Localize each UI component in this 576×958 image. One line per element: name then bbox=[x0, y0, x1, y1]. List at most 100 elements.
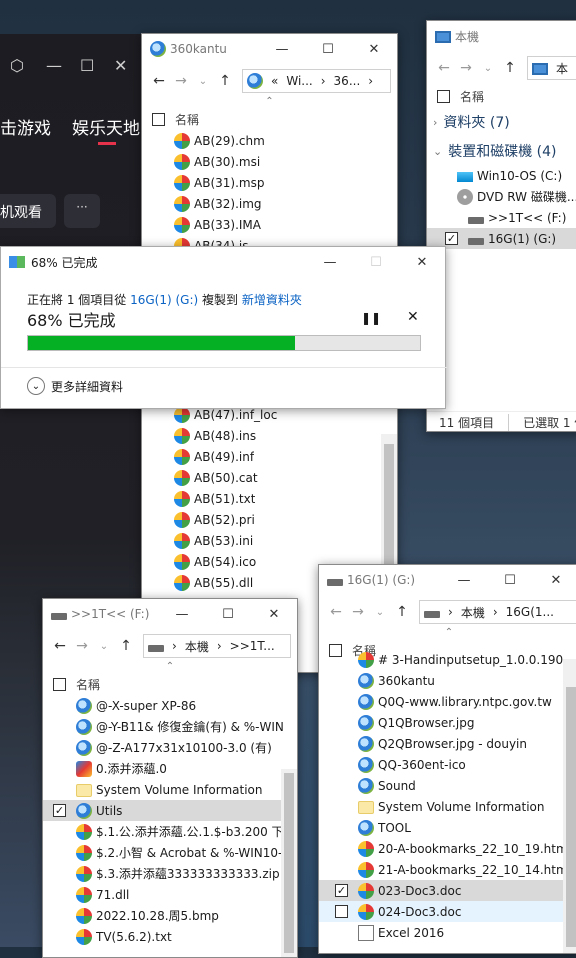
row-checkbox[interactable] bbox=[335, 905, 348, 918]
forward-icon[interactable]: → bbox=[170, 73, 192, 89]
close-button[interactable]: ✕ bbox=[251, 607, 297, 622]
address-segment[interactable]: Wi... bbox=[286, 74, 312, 88]
file-row[interactable]: AB(51).txt bbox=[174, 488, 382, 509]
column-name[interactable]: 名稱 bbox=[175, 111, 199, 128]
scrollbar-thumb[interactable] bbox=[566, 687, 576, 947]
address-separator[interactable]: › bbox=[493, 605, 498, 619]
scrollbar-thumb[interactable] bbox=[284, 773, 294, 953]
file-row[interactable]: AB(32).img bbox=[174, 193, 397, 214]
file-row[interactable]: QQ-360ent-ico bbox=[319, 754, 576, 775]
scrollbar[interactable] bbox=[563, 659, 576, 953]
address-separator[interactable]: › bbox=[217, 639, 222, 653]
minimize-button[interactable]: — bbox=[159, 607, 205, 622]
file-row[interactable]: Excel 2016 bbox=[319, 922, 576, 943]
select-all-checkbox[interactable] bbox=[437, 89, 450, 103]
forward-icon[interactable]: → bbox=[347, 604, 369, 620]
column-header[interactable]: 名稱 bbox=[43, 673, 297, 695]
address-segment[interactable]: 本 bbox=[556, 60, 568, 77]
address-segment[interactable]: 36... bbox=[334, 74, 361, 88]
column-header[interactable]: 名稱 bbox=[142, 108, 397, 130]
file-row[interactable]: Q1QBrowser.jpg bbox=[319, 712, 576, 733]
file-row[interactable]: AB(49).inf bbox=[174, 446, 382, 467]
back-icon[interactable]: ← bbox=[148, 73, 170, 89]
source-link[interactable]: 16G(1) (G:) bbox=[130, 293, 198, 307]
column-name[interactable]: 名稱 bbox=[76, 676, 100, 693]
back-icon[interactable]: ← bbox=[433, 60, 455, 76]
maximize-button[interactable]: ☐ bbox=[205, 607, 251, 622]
file-row[interactable]: $.1.公.添并添蘊.公.1.$-b3.200 下載 bbox=[43, 821, 297, 842]
recent-chevron-icon[interactable]: ⌄ bbox=[369, 607, 391, 618]
file-row[interactable]: Sound bbox=[319, 775, 576, 796]
file-row[interactable]: Q0Q-www.library.ntpc.gov.tw bbox=[319, 691, 576, 712]
chevron-down-icon[interactable]: ⌄ bbox=[27, 377, 45, 395]
up-icon[interactable]: ↑ bbox=[214, 73, 236, 89]
address-segment[interactable]: 本機 bbox=[461, 604, 485, 621]
back-icon[interactable]: ← bbox=[49, 638, 71, 654]
maximize-icon[interactable]: ☐ bbox=[80, 56, 94, 75]
cancel-button[interactable]: ✕ bbox=[407, 309, 419, 325]
nav-games[interactable]: 击游戏 bbox=[0, 114, 51, 139]
group-devices[interactable]: ⌄ 裝置和磁碟機 (4) bbox=[427, 137, 576, 165]
file-row[interactable]: 71.dll bbox=[43, 884, 297, 905]
more-details-toggle[interactable]: ⌄ 更多詳細資料 bbox=[27, 377, 123, 395]
address-overflow[interactable]: « bbox=[271, 74, 278, 88]
up-icon[interactable]: ↑ bbox=[499, 60, 521, 76]
drive-g[interactable]: 16G(1) (G:) bbox=[427, 228, 576, 249]
forward-icon[interactable]: → bbox=[71, 638, 93, 654]
maximize-button[interactable]: ☐ bbox=[305, 42, 351, 57]
file-row[interactable]: 360kantu bbox=[319, 670, 576, 691]
watch-button[interactable]: 机观看 bbox=[0, 194, 56, 228]
select-all-checkbox[interactable] bbox=[329, 643, 342, 657]
close-button[interactable]: ✕ bbox=[533, 573, 576, 588]
more-button[interactable]: ··· bbox=[64, 194, 100, 228]
file-row[interactable]: AB(48).ins bbox=[174, 425, 382, 446]
hexagon-icon[interactable]: ⬡ bbox=[10, 56, 24, 75]
minimize-button[interactable]: — bbox=[307, 255, 353, 270]
file-row[interactable]: 0.添并添蘊.0 bbox=[43, 758, 297, 779]
address-bar[interactable]: 本 bbox=[527, 56, 576, 80]
file-row[interactable]: @-X-super XP-86 bbox=[43, 695, 297, 716]
recent-chevron-icon[interactable]: ⌄ bbox=[477, 63, 499, 74]
pause-button[interactable]: ❚❚ bbox=[361, 311, 381, 325]
file-row[interactable]: @-Z-A177x31x10100-3.0 (有) bbox=[43, 737, 297, 758]
nav-entertainment[interactable]: 娱乐天地 bbox=[72, 114, 140, 139]
file-row[interactable]: AB(33).IMA bbox=[174, 214, 397, 235]
select-all-checkbox[interactable] bbox=[152, 112, 165, 126]
column-header[interactable]: 名稱 bbox=[427, 85, 576, 107]
destination-link[interactable]: 新增資料夾 bbox=[242, 293, 302, 307]
recent-chevron-icon[interactable]: ⌄ bbox=[93, 641, 115, 652]
minimize-icon[interactable]: — bbox=[46, 56, 62, 75]
file-row[interactable]: AB(53).ini bbox=[174, 530, 382, 551]
row-checkbox[interactable] bbox=[53, 804, 66, 817]
drive-dvd[interactable]: DVD RW 磁碟機... bbox=[427, 186, 576, 207]
file-row[interactable]: 023-Doc3.doc bbox=[319, 880, 576, 901]
forward-icon[interactable]: → bbox=[455, 60, 477, 76]
address-separator[interactable]: › bbox=[368, 74, 373, 88]
file-row[interactable]: Q2QBrowser.jpg - douyin bbox=[319, 733, 576, 754]
close-icon[interactable]: ✕ bbox=[114, 56, 127, 75]
close-button[interactable]: ✕ bbox=[351, 42, 397, 57]
file-row[interactable]: $.2.小智 & Acrobat & %-WIN10-第 bbox=[43, 842, 297, 863]
address-separator[interactable]: › bbox=[448, 605, 453, 619]
file-row[interactable]: TOOL bbox=[319, 817, 576, 838]
up-icon[interactable]: ↑ bbox=[391, 604, 413, 620]
column-name[interactable]: 名稱 bbox=[460, 88, 484, 105]
minimize-button[interactable]: — bbox=[441, 573, 487, 588]
file-row[interactable]: 21-A-bookmarks_22_10_14.html bbox=[319, 859, 576, 880]
more-details-label[interactable]: 更多詳細資料 bbox=[51, 378, 123, 395]
file-row[interactable]: 024-Doc3.doc bbox=[319, 901, 576, 922]
file-row[interactable]: @-Y-B11& 修復金鑰(有) & %-WIN bbox=[43, 716, 297, 737]
up-icon[interactable]: ↑ bbox=[115, 638, 137, 654]
file-row[interactable]: AB(52).pri bbox=[174, 509, 382, 530]
scrollbar[interactable] bbox=[281, 769, 297, 957]
file-row[interactable]: 2022.10.28.周5.bmp bbox=[43, 905, 297, 926]
file-row[interactable]: $.3.添并添蘊333333333333.zip bbox=[43, 863, 297, 884]
file-row[interactable]: Utils bbox=[43, 800, 297, 821]
select-all-checkbox[interactable] bbox=[53, 677, 66, 691]
address-bar[interactable]: › 本機 › 16G(1... bbox=[419, 600, 576, 624]
minimize-button[interactable]: — bbox=[259, 42, 305, 57]
file-row[interactable]: System Volume Information bbox=[319, 796, 576, 817]
file-row[interactable]: AB(50).cat bbox=[174, 467, 382, 488]
back-icon[interactable]: ← bbox=[325, 604, 347, 620]
close-button[interactable]: ✕ bbox=[399, 255, 445, 270]
